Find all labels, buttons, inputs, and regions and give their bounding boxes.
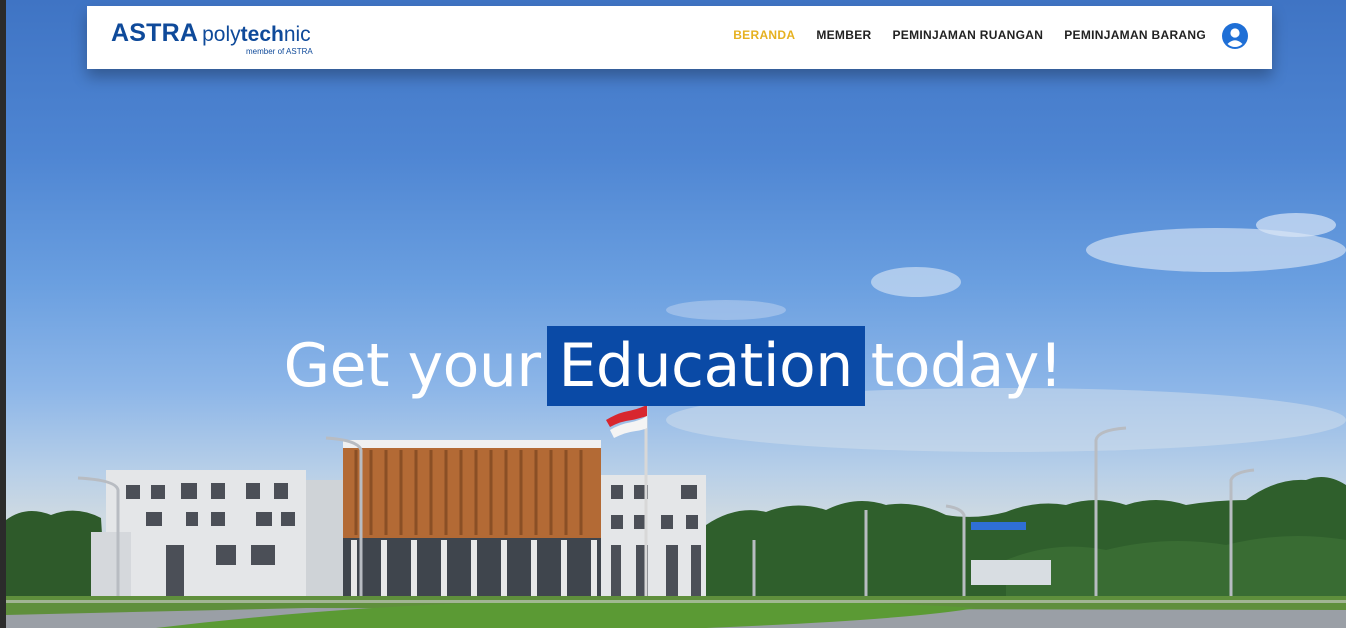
nav-item-member[interactable]: MEMBER xyxy=(816,28,871,42)
brand-name: ASTRA xyxy=(111,19,199,47)
cloud xyxy=(666,300,786,320)
wooden-facade xyxy=(343,445,601,540)
hero-banner xyxy=(6,0,1346,628)
user-circle-icon xyxy=(1222,23,1248,49)
cloud xyxy=(871,267,961,297)
cloud xyxy=(1256,213,1336,237)
nav-item-peminjaman-barang[interactable]: PEMINJAMAN BARANG xyxy=(1064,28,1206,42)
headline-highlight: Education xyxy=(546,326,865,406)
campus-photo xyxy=(6,213,1346,628)
nav-menu: BERANDA MEMBER PEMINJAMAN RUANGAN PEMINJ… xyxy=(733,28,1206,42)
brand-product: polytechnic xyxy=(202,23,311,46)
headline-before: Get your xyxy=(283,331,541,401)
brand-logo[interactable]: ASTRA polytechnic member of ASTRA xyxy=(111,19,313,59)
hero-headline: Get your Education today! xyxy=(0,326,1346,406)
nav-item-beranda[interactable]: BERANDA xyxy=(733,28,795,42)
brand-tagline: member of ASTRA xyxy=(246,47,313,56)
top-navbar: ASTRA polytechnic member of ASTRA BERANDA… xyxy=(87,6,1272,69)
user-account-button[interactable] xyxy=(1221,22,1249,50)
headline-after: today! xyxy=(870,331,1063,401)
nav-item-peminjaman-ruangan[interactable]: PEMINJAMAN RUANGAN xyxy=(892,28,1043,42)
